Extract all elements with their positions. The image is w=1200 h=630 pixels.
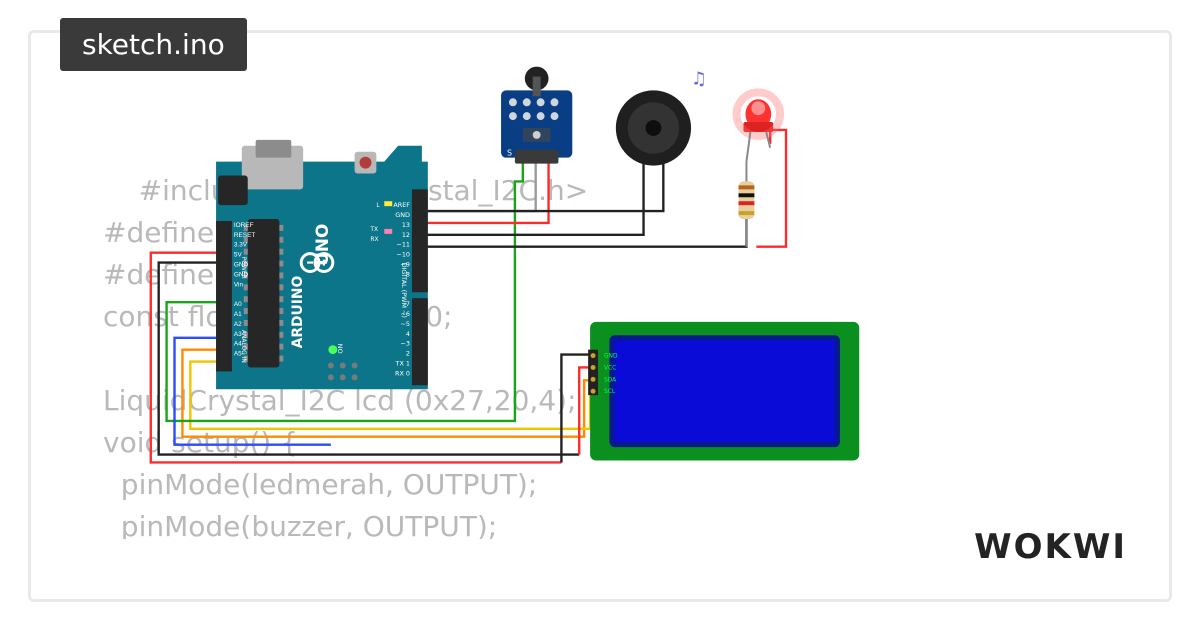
wire-lcd-gnd: [561, 355, 592, 463]
svg-text:TX: TX: [369, 226, 378, 233]
wire-ntc-vcc: [426, 162, 549, 223]
svg-text:12: 12: [402, 231, 410, 239]
svg-text:13: 13: [402, 221, 410, 229]
svg-text:AREF: AREF: [393, 201, 410, 209]
svg-text:ON: ON: [337, 344, 345, 354]
arduino-uno[interactable]: ARDUINO UNO IOREF RESET 3.3V 5V GND GND …: [216, 140, 428, 389]
svg-text:A1: A1: [234, 311, 242, 318]
file-tab-label: sketch.ino: [82, 28, 225, 61]
svg-text:RESET: RESET: [234, 232, 255, 239]
svg-text:SDA: SDA: [604, 376, 616, 383]
svg-text:S: S: [507, 149, 512, 158]
svg-text:~11: ~11: [396, 241, 410, 249]
svg-text:4: 4: [406, 330, 410, 338]
board-label: UNO: [312, 224, 332, 266]
svg-text:A2: A2: [234, 321, 242, 328]
svg-text:~3: ~3: [401, 340, 410, 348]
svg-text:ANALOG IN: ANALOG IN: [240, 330, 247, 363]
svg-text:RX: RX: [370, 236, 378, 243]
svg-text:SCL: SCL: [604, 388, 616, 395]
svg-text:~10: ~10: [396, 251, 410, 259]
led-tx: [384, 229, 392, 234]
resistor[interactable]: [739, 162, 755, 247]
circuit-diagram[interactable]: ARDUINO UNO IOREF RESET 3.3V 5V GND GND …: [31, 33, 1169, 599]
svg-text:DIGITAL (PWM ~): DIGITAL (PWM ~): [400, 263, 408, 318]
svg-text:GND: GND: [604, 353, 618, 360]
card-frame: #include <LiquidCrystal_I2C.h> #define b…: [28, 30, 1172, 602]
wire-led-cathode: [756, 130, 786, 247]
svg-text:Vin: Vin: [234, 281, 244, 288]
wokwi-logo: WOKWI: [974, 527, 1127, 567]
led-l: [384, 201, 392, 206]
svg-text:TX 1: TX 1: [395, 359, 410, 367]
music-icon: ♫: [691, 68, 707, 89]
buzzer[interactable]: ♫: [616, 68, 707, 165]
brand-label: ARDUINO: [290, 276, 306, 349]
svg-text:3.3V: 3.3V: [234, 242, 248, 249]
svg-text:RX 0: RX 0: [395, 369, 410, 377]
svg-text:POWER: POWER: [240, 257, 247, 279]
svg-text:VCC: VCC: [604, 364, 616, 371]
svg-text:~5: ~5: [401, 320, 410, 328]
wire-buzzer-gnd: [426, 162, 663, 211]
svg-text:2: 2: [406, 350, 410, 358]
lcd-2004-i2c[interactable]: GND VCC SDA SCL: [588, 322, 859, 461]
wire-ntc-gnd: [426, 162, 536, 211]
led-red[interactable]: [737, 92, 781, 161]
svg-text:A0: A0: [234, 301, 242, 308]
file-tab[interactable]: sketch.ino: [60, 18, 247, 71]
svg-text:GND: GND: [395, 211, 410, 219]
ntc-module[interactable]: S: [501, 67, 572, 164]
svg-text:IOREF: IOREF: [234, 222, 254, 229]
